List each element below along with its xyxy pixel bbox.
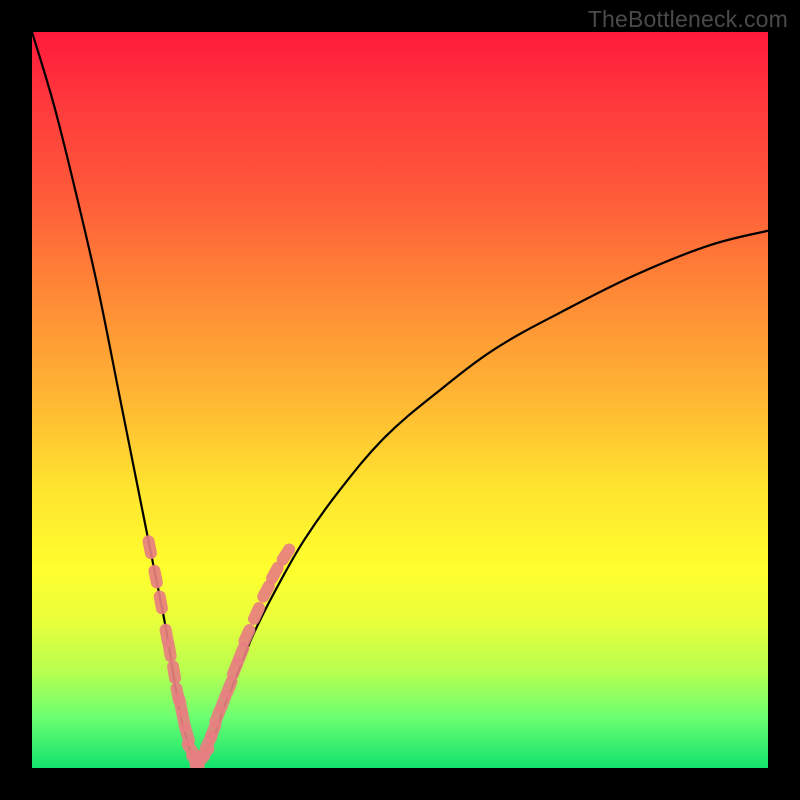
sample-marker [162,637,178,663]
watermark-text: TheBottleneck.com [588,6,788,33]
chart-frame: TheBottleneck.com [0,0,800,800]
bottleneck-curve [32,32,768,763]
sample-marker [142,534,158,560]
sample-markers-group [142,534,298,768]
plot-area [32,32,768,768]
sample-marker [166,659,182,685]
sample-marker [147,564,163,590]
bottleneck-chart-svg [32,32,768,768]
sample-marker [153,590,169,616]
